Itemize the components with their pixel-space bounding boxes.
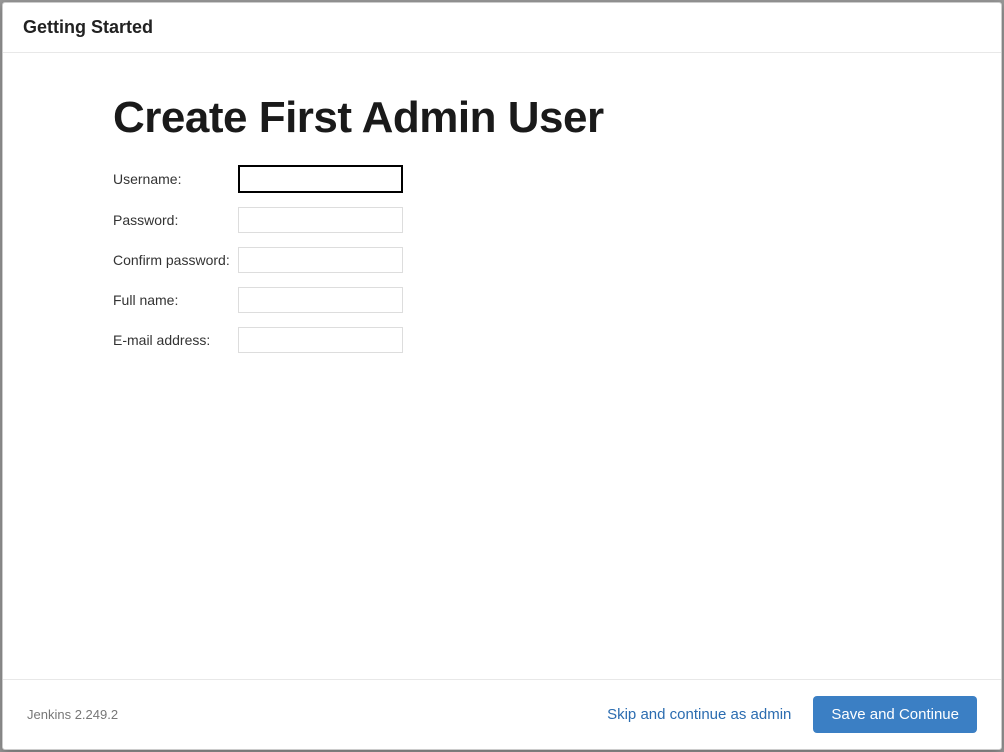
email-input[interactable] — [238, 327, 403, 353]
dialog-content: Create First Admin User Username: Passwo… — [3, 53, 1001, 679]
fullname-row: Full name: — [113, 287, 1001, 313]
email-label: E-mail address: — [113, 332, 238, 348]
form-container: Create First Admin User Username: Passwo… — [113, 93, 1001, 353]
username-input[interactable] — [238, 165, 403, 193]
dialog-header: Getting Started — [3, 3, 1001, 53]
email-row: E-mail address: — [113, 327, 1001, 353]
footer-actions: Skip and continue as admin Save and Cont… — [607, 696, 977, 733]
username-label: Username: — [113, 171, 238, 187]
fullname-input[interactable] — [238, 287, 403, 313]
password-label: Password: — [113, 212, 238, 228]
confirm-password-label: Confirm password: — [113, 252, 238, 268]
password-input[interactable] — [238, 207, 403, 233]
password-row: Password: — [113, 207, 1001, 233]
header-title: Getting Started — [23, 17, 981, 38]
page-title: Create First Admin User — [113, 93, 1001, 143]
confirm-password-row: Confirm password: — [113, 247, 1001, 273]
dialog-footer: Jenkins 2.249.2 Skip and continue as adm… — [3, 679, 1001, 749]
skip-button[interactable]: Skip and continue as admin — [607, 706, 791, 723]
save-continue-button[interactable]: Save and Continue — [813, 696, 977, 733]
fullname-label: Full name: — [113, 292, 238, 308]
username-row: Username: — [113, 165, 1001, 193]
version-text: Jenkins 2.249.2 — [27, 707, 118, 722]
setup-dialog: Getting Started Create First Admin User … — [2, 2, 1002, 750]
confirm-password-input[interactable] — [238, 247, 403, 273]
